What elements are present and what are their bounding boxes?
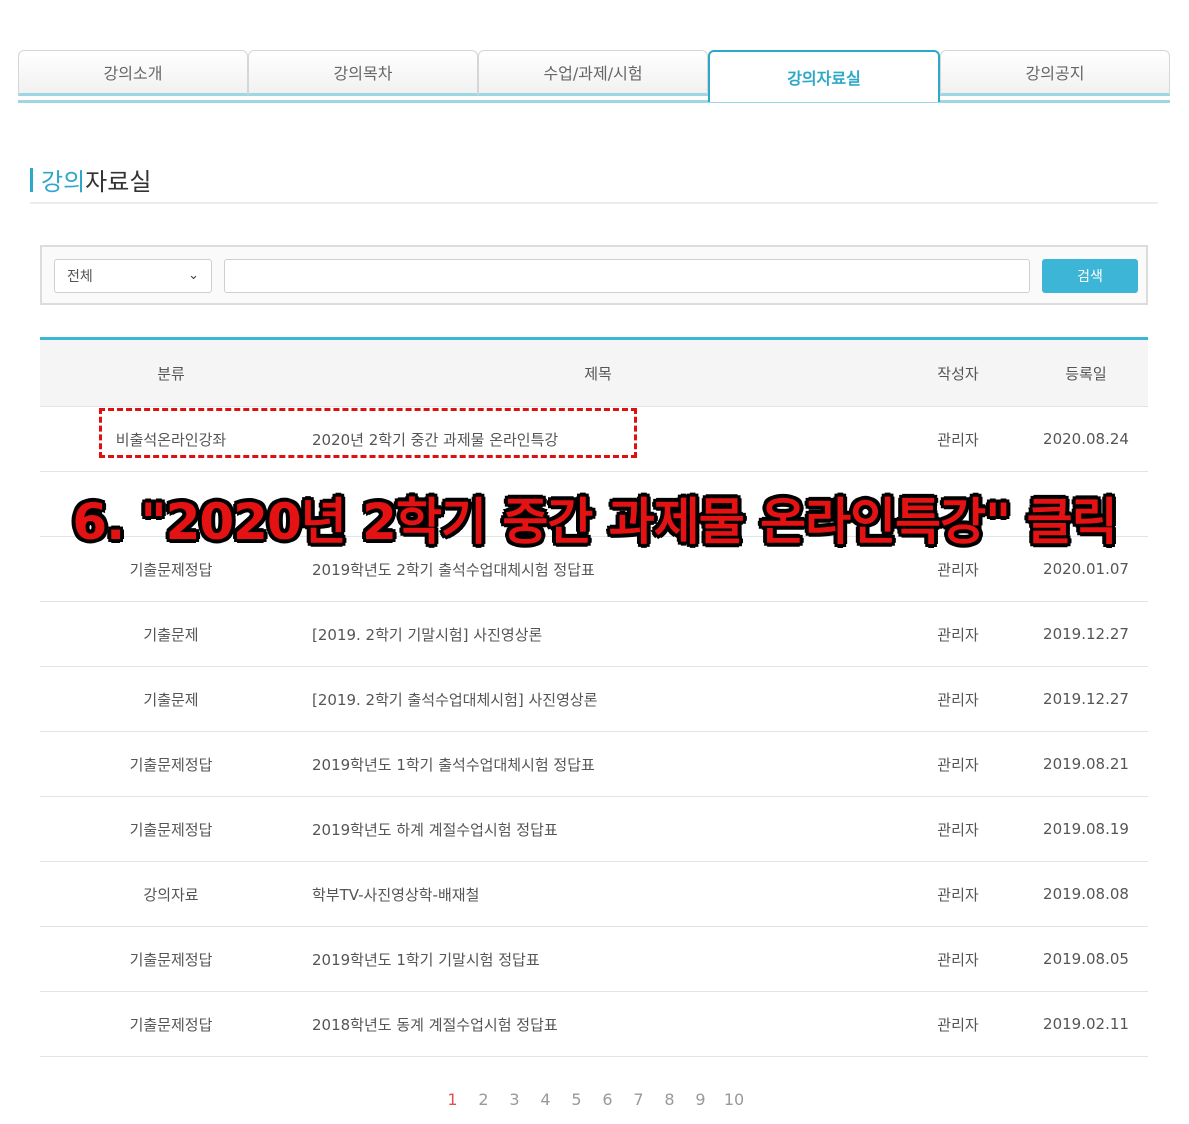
table-header: 분류 제목 작성자 등록일 — [40, 340, 1148, 407]
table-row[interactable]: 기출문제정답 2019학년도 2학기 출석수업대체시험 정답표 관리자 2020… — [40, 537, 1148, 602]
search-input[interactable] — [224, 259, 1030, 293]
page-link-9[interactable]: 9 — [692, 1090, 709, 1109]
materials-table: 분류 제목 작성자 등록일 비출석온라인강좌 2020년 2학기 중간 과제물 … — [40, 337, 1148, 1057]
page-link-6[interactable]: 6 — [599, 1090, 616, 1109]
table-row[interactable]: 기출문제 [2019. 2학기 기말시험] 사진영상론 관리자 2019.12.… — [40, 602, 1148, 667]
row-title-link[interactable]: 2019학년도 2학기 출석수업대체시험 정답표 — [312, 537, 892, 601]
table-row[interactable] — [40, 472, 1148, 537]
row-title-link[interactable]: [2019. 2학기 출석수업대체시험] 사진영상론 — [312, 667, 892, 731]
table-row[interactable]: 기출문제정답 2018학년도 동계 계절수업시험 정답표 관리자 2019.02… — [40, 992, 1148, 1057]
row-date: 2019.02.11 — [1043, 1015, 1129, 1033]
page-title-rest: 자료실 — [85, 168, 152, 196]
row-title-link[interactable]: 학부TV-사진영상학-배재철 — [312, 862, 892, 926]
row-date: 2019.12.27 — [1043, 625, 1129, 643]
row-author — [902, 472, 1014, 536]
table-row[interactable]: 비출석온라인강좌 2020년 2학기 중간 과제물 온라인특강 관리자 2020… — [40, 407, 1148, 472]
row-author: 관리자 — [937, 1015, 979, 1034]
row-category — [40, 472, 302, 536]
row-date: 2020.08.24 — [1043, 430, 1129, 448]
row-author: 관리자 — [937, 690, 979, 709]
pagination: 1 2 3 4 5 6 7 8 9 10 — [0, 1090, 1189, 1109]
table-row[interactable]: 기출문제 [2019. 2학기 출석수업대체시험] 사진영상론 관리자 2019… — [40, 667, 1148, 732]
row-title-link[interactable]: 2019학년도 1학기 출석수업대체시험 정답표 — [312, 732, 892, 796]
row-author: 관리자 — [937, 560, 979, 579]
search-category-select[interactable]: 전체 ⌄ — [54, 259, 212, 293]
row-category: 기출문제정답 — [129, 1015, 213, 1034]
page-link-3[interactable]: 3 — [506, 1090, 523, 1109]
page-title: 강의 자료실 — [30, 162, 151, 197]
row-title-link[interactable]: 2020년 2학기 중간 과제물 온라인특강 — [312, 407, 892, 471]
page-link-7[interactable]: 7 — [630, 1090, 647, 1109]
row-category: 기출문제정답 — [129, 560, 213, 579]
table-row[interactable]: 강의자료 학부TV-사진영상학-배재철 관리자 2019.08.08 — [40, 862, 1148, 927]
page-link-5[interactable]: 5 — [568, 1090, 585, 1109]
row-author: 관리자 — [937, 885, 979, 904]
header-author: 작성자 — [937, 364, 979, 383]
tab-course-materials[interactable]: 강의자료실 — [708, 50, 940, 102]
title-divider — [30, 202, 1158, 204]
row-category: 기출문제 — [143, 625, 199, 644]
row-category: 기출문제정답 — [129, 950, 213, 969]
search-button[interactable]: 검색 — [1042, 259, 1138, 293]
tab-course-contents[interactable]: 강의목차 — [248, 50, 478, 96]
row-title-link[interactable]: 2018학년도 동계 계절수업시험 정답표 — [312, 992, 892, 1056]
row-date: 2019.08.08 — [1043, 885, 1129, 903]
row-category: 기출문제정답 — [129, 820, 213, 839]
header-date: 등록일 — [1065, 364, 1107, 383]
row-category: 비출석온라인강좌 — [115, 430, 227, 449]
row-date: 2019.08.19 — [1043, 820, 1129, 838]
row-category: 기출문제정답 — [129, 755, 213, 774]
header-title: 제목 — [584, 364, 612, 383]
row-date: 2019.08.05 — [1043, 950, 1129, 968]
row-title-link[interactable]: 2019학년도 하계 계절수업시험 정답표 — [312, 797, 892, 861]
page-link-10[interactable]: 10 — [723, 1090, 745, 1109]
row-date: 2019.12.27 — [1043, 690, 1129, 708]
page-link-2[interactable]: 2 — [475, 1090, 492, 1109]
row-category: 기출문제 — [143, 690, 199, 709]
title-marker — [30, 167, 33, 192]
row-author: 관리자 — [937, 820, 979, 839]
row-author: 관리자 — [937, 625, 979, 644]
row-title-link[interactable] — [312, 472, 892, 536]
row-date: 2019.08.21 — [1043, 755, 1129, 773]
search-category-value: 전체 — [67, 269, 93, 285]
tab-course-notice[interactable]: 강의공지 — [940, 50, 1170, 96]
table-row[interactable]: 기출문제정답 2019학년도 하계 계절수업시험 정답표 관리자 2019.08… — [40, 797, 1148, 862]
page-link-8[interactable]: 8 — [661, 1090, 678, 1109]
row-author: 관리자 — [937, 950, 979, 969]
table-row[interactable]: 기출문제정답 2019학년도 1학기 출석수업대체시험 정답표 관리자 2019… — [40, 732, 1148, 797]
chevron-down-icon: ⌄ — [188, 268, 199, 283]
page-link-1[interactable]: 1 — [444, 1090, 461, 1109]
row-author: 관리자 — [937, 430, 979, 449]
row-date — [1024, 472, 1148, 536]
tab-bar: 강의소개 강의목차 수업/과제/시험 강의자료실 강의공지 — [18, 50, 1170, 102]
row-author: 관리자 — [937, 755, 979, 774]
header-category: 분류 — [157, 364, 185, 383]
table-row[interactable]: 기출문제정답 2019학년도 1학기 기말시험 정답표 관리자 2019.08.… — [40, 927, 1148, 992]
page-title-accent: 강의 — [41, 168, 86, 196]
row-date: 2020.01.07 — [1043, 560, 1129, 578]
row-title-link[interactable]: [2019. 2학기 기말시험] 사진영상론 — [312, 602, 892, 666]
row-category: 강의자료 — [143, 885, 199, 904]
tab-course-intro[interactable]: 강의소개 — [18, 50, 248, 96]
tab-class-assignment-exam[interactable]: 수업/과제/시험 — [478, 50, 708, 96]
search-panel: 전체 ⌄ 검색 — [40, 245, 1148, 305]
page-link-4[interactable]: 4 — [537, 1090, 554, 1109]
row-title-link[interactable]: 2019학년도 1학기 기말시험 정답표 — [312, 927, 892, 991]
